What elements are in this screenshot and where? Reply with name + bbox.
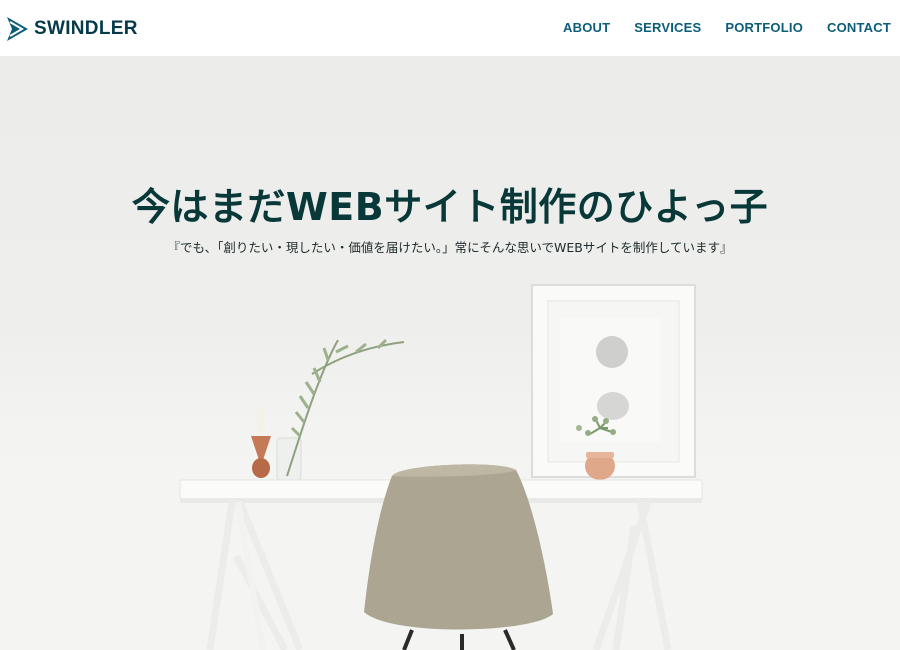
chevron-arrow-logo-icon [7,17,28,41]
candle-holder [251,406,271,478]
logo-text: SWINDLER [34,18,138,39]
site-header: SWINDLER ABOUT SERVICES PORTFOLIO CONTAC… [0,0,900,56]
vase-with-branch [276,338,405,481]
nav-portfolio[interactable]: PORTFOLIO [725,20,803,35]
nav-services[interactable]: SERVICES [634,20,701,35]
logo[interactable]: SWINDLER [6,16,138,42]
main-nav: ABOUT SERVICES PORTFOLIO CONTACT [563,20,891,35]
hero-background-image [0,284,900,650]
chair [364,464,553,650]
hero-section: 今はまだWEBサイト制作のひよっ子 『でも、「創りたい・現したい・価値を届けたい… [0,56,900,650]
nav-contact[interactable]: CONTACT [827,20,891,35]
hero-subtitle: 『でも、「創りたい・現したい・価値を届けたい。」常にそんな思いでWEBサイトを制… [167,240,733,255]
hero-title: 今はまだWEBサイト制作のひよっ子 [131,185,769,229]
nav-about[interactable]: ABOUT [563,20,610,35]
picture-frame [531,284,696,478]
